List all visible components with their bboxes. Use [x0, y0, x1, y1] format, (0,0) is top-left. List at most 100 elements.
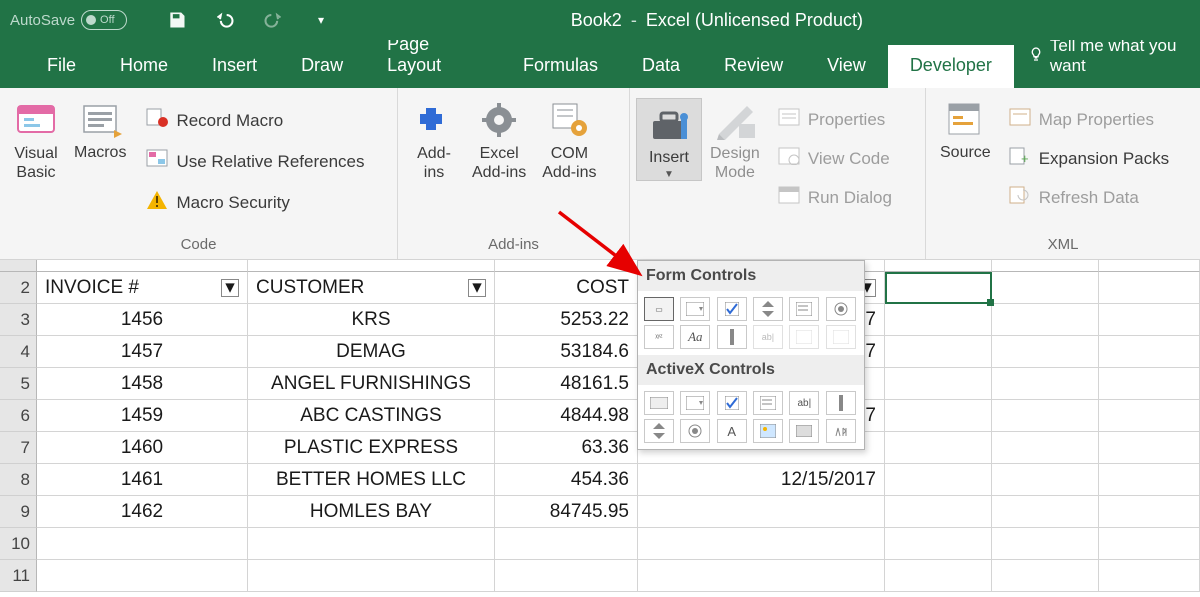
activex-textbox-control[interactable]: ab| — [789, 391, 819, 415]
cell[interactable] — [885, 496, 992, 528]
cell[interactable] — [248, 560, 495, 592]
cell[interactable]: 53184.6 — [495, 336, 638, 368]
row-header[interactable]: 11 — [0, 560, 37, 592]
worksheet[interactable]: 2 3 4 5 6 7 8 9 10 11 INVOICE #▾ CUSTOME… — [0, 260, 1200, 592]
form-listbox-control[interactable] — [789, 297, 819, 321]
macro-security-button[interactable]: Macro Security — [140, 186, 370, 219]
form-spinner-control[interactable] — [753, 297, 783, 321]
tab-insert[interactable]: Insert — [190, 45, 279, 88]
cell[interactable] — [1099, 464, 1200, 496]
cell[interactable] — [992, 464, 1099, 496]
run-dialog-button[interactable]: Run Dialog — [772, 182, 898, 213]
properties-button[interactable]: Properties — [772, 104, 898, 135]
activex-listbox-control[interactable] — [753, 391, 783, 415]
form-label-control[interactable]: Aa — [680, 325, 710, 349]
com-addins-button[interactable]: COM Add-ins — [534, 98, 604, 182]
cell[interactable] — [1099, 560, 1200, 592]
cell[interactable] — [885, 368, 992, 400]
cell[interactable] — [992, 560, 1099, 592]
cell[interactable] — [992, 336, 1099, 368]
activex-commandbutton-control[interactable] — [644, 391, 674, 415]
expansion-packs-button[interactable]: + Expansion Packs — [1003, 143, 1175, 174]
cell[interactable]: 1459 — [37, 400, 248, 432]
cell[interactable] — [638, 560, 885, 592]
row-header[interactable]: 9 — [0, 496, 37, 528]
cell[interactable]: PLASTIC EXPRESS — [248, 432, 495, 464]
cell[interactable]: BETTER HOMES LLC — [248, 464, 495, 496]
cell[interactable]: 63.36 — [495, 432, 638, 464]
cell[interactable] — [992, 528, 1099, 560]
activex-checkbox-control[interactable] — [717, 391, 747, 415]
row-header[interactable]: 4 — [0, 336, 37, 368]
col-header-invoice[interactable]: INVOICE #▾ — [37, 272, 248, 304]
row-header[interactable]: 3 — [0, 304, 37, 336]
excel-addins-button[interactable]: Excel Add-ins — [464, 98, 534, 182]
form-checkbox-control[interactable] — [717, 297, 747, 321]
cell[interactable] — [1099, 304, 1200, 336]
tab-file[interactable]: File — [25, 45, 98, 88]
cell[interactable] — [992, 496, 1099, 528]
cell[interactable]: 1457 — [37, 336, 248, 368]
tab-draw[interactable]: Draw — [279, 45, 365, 88]
cell[interactable] — [992, 368, 1099, 400]
activex-image-control[interactable] — [753, 419, 783, 443]
cell[interactable]: 1461 — [37, 464, 248, 496]
tab-home[interactable]: Home — [98, 45, 190, 88]
activex-label-control[interactable]: A — [717, 419, 747, 443]
cell[interactable] — [495, 560, 638, 592]
cell[interactable]: KRS — [248, 304, 495, 336]
redo-icon[interactable] — [263, 10, 283, 30]
cell[interactable]: 12/15/2017 — [638, 464, 885, 496]
insert-controls-button[interactable]: Insert ▼ — [636, 98, 702, 181]
cell[interactable]: 1458 — [37, 368, 248, 400]
row-header[interactable]: 6 — [0, 400, 37, 432]
cell[interactable] — [37, 528, 248, 560]
refresh-data-button[interactable]: Refresh Data — [1003, 182, 1175, 213]
form-scrollbar-control[interactable] — [717, 325, 747, 349]
cell[interactable] — [885, 272, 992, 304]
tab-formulas[interactable]: Formulas — [501, 45, 620, 88]
cell[interactable]: 84745.95 — [495, 496, 638, 528]
form-button-control[interactable]: ▭ — [644, 297, 674, 321]
row-header[interactable]: 7 — [0, 432, 37, 464]
visual-basic-button[interactable]: Visual Basic — [6, 98, 66, 182]
cell[interactable] — [885, 336, 992, 368]
cell[interactable]: 1460 — [37, 432, 248, 464]
cell[interactable]: 454.36 — [495, 464, 638, 496]
cell[interactable] — [1099, 528, 1200, 560]
map-properties-button[interactable]: Map Properties — [1003, 104, 1175, 135]
undo-icon[interactable] — [215, 10, 235, 30]
cell[interactable] — [1099, 432, 1200, 464]
cell[interactable] — [885, 560, 992, 592]
col-header-cost[interactable]: COST — [495, 272, 638, 304]
cell[interactable] — [638, 496, 885, 528]
cell[interactable]: 4844.98 — [495, 400, 638, 432]
filter-dropdown-icon[interactable]: ▾ — [221, 279, 239, 297]
tab-data[interactable]: Data — [620, 45, 702, 88]
tab-review[interactable]: Review — [702, 45, 805, 88]
autosave-toggle[interactable]: AutoSave Off — [10, 10, 127, 30]
cell[interactable]: 1462 — [37, 496, 248, 528]
cell[interactable] — [1099, 272, 1200, 304]
row-header[interactable]: 10 — [0, 528, 37, 560]
source-button[interactable]: Source — [932, 98, 999, 162]
cell[interactable] — [885, 464, 992, 496]
cell[interactable] — [495, 528, 638, 560]
view-code-button[interactable]: View Code — [772, 143, 898, 174]
cell[interactable] — [992, 272, 1099, 304]
cell[interactable] — [638, 528, 885, 560]
tab-developer[interactable]: Developer — [888, 45, 1014, 88]
cell[interactable] — [885, 528, 992, 560]
activex-scrollbar-control[interactable] — [826, 391, 856, 415]
filter-dropdown-icon[interactable]: ▾ — [468, 279, 486, 297]
cell[interactable] — [1099, 400, 1200, 432]
activex-optionbutton-control[interactable] — [680, 419, 710, 443]
cell[interactable]: 1456 — [37, 304, 248, 336]
cell[interactable]: 48161.5 — [495, 368, 638, 400]
cell[interactable]: ANGEL FURNISHINGS — [248, 368, 495, 400]
form-combobox-control[interactable] — [680, 297, 710, 321]
row-header[interactable]: 5 — [0, 368, 37, 400]
row-header[interactable]: 8 — [0, 464, 37, 496]
cell[interactable] — [885, 400, 992, 432]
cell[interactable]: HOMLES BAY — [248, 496, 495, 528]
